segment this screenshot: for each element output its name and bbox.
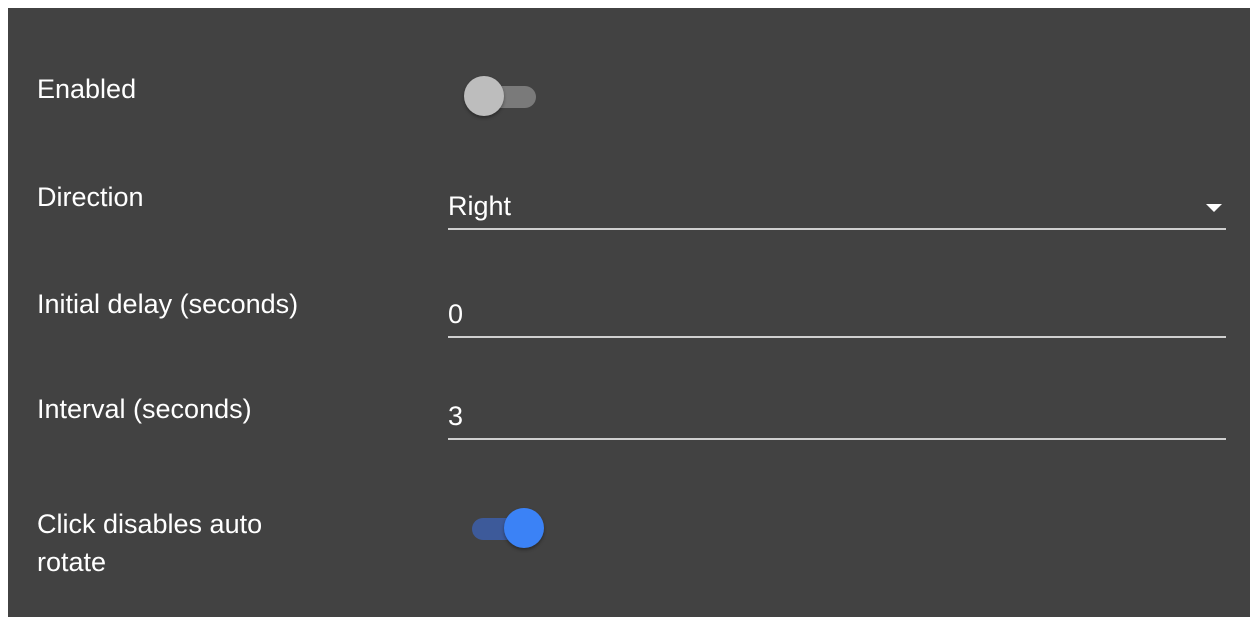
interval-value: 3 [448,401,464,431]
enabled-toggle-thumb [464,76,504,116]
direction-select-value: Right [448,191,512,221]
triangle-down-icon [1206,204,1222,212]
initial-delay-label: Initial delay (seconds) [37,289,299,319]
click-disables-label-line2: rotate [37,547,107,577]
direction-select[interactable]: Right [448,184,1226,230]
enabled-toggle[interactable] [464,76,540,116]
initial-delay-input[interactable]: 0 [448,292,1226,338]
click-disables-toggle-thumb [504,508,544,548]
interval-label: Interval (seconds) [37,394,252,424]
click-disables-label-line1: Click disables auto [37,509,263,539]
click-disables-label: Click disables auto rotate [37,505,262,581]
initial-delay-value: 0 [448,299,464,329]
enabled-label: Enabled [37,74,137,104]
direction-label: Direction [37,182,144,212]
click-disables-toggle[interactable] [468,508,544,548]
interval-input[interactable]: 3 [448,394,1226,440]
autorotate-settings-panel: Enabled Direction Right Initial delay (s… [8,8,1250,617]
